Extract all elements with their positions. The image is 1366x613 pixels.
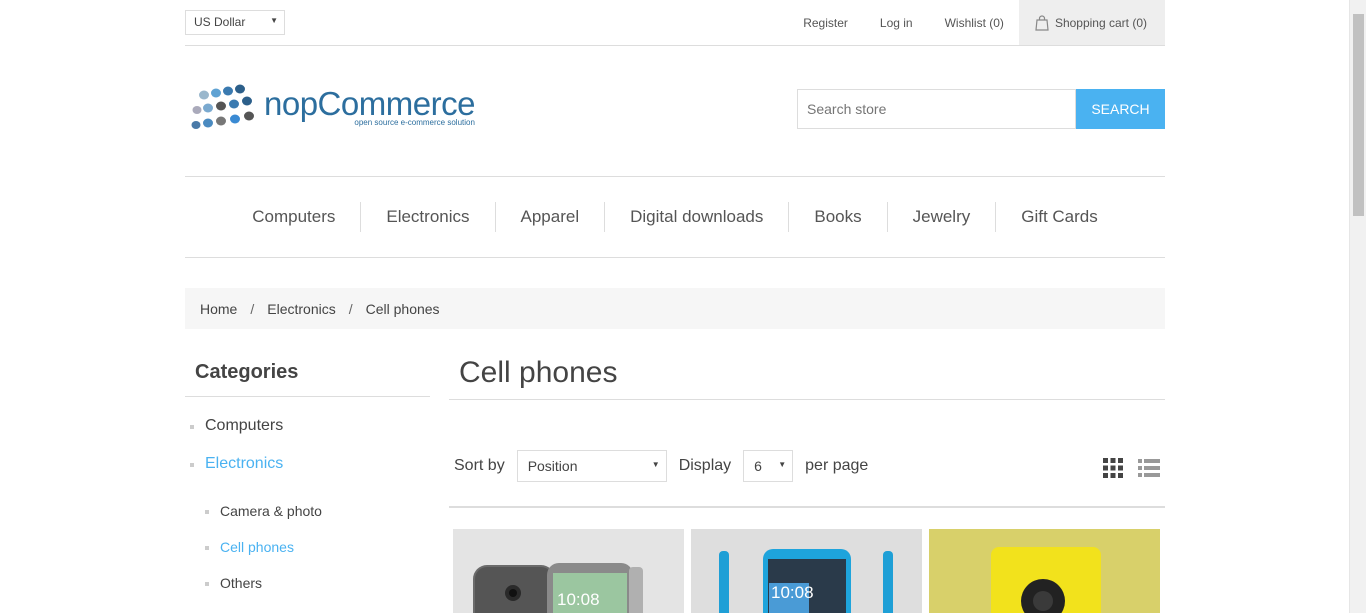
page-scrollbar[interactable] [1349, 0, 1366, 613]
menu-item-electronics[interactable]: Electronics [360, 202, 494, 232]
product-selectors: Sort by Position ▼ Display 6 ▼ per page [449, 450, 1165, 508]
dropdown-arrow-icon: ▼ [651, 460, 660, 469]
menu-item-computers[interactable]: Computers [227, 202, 360, 232]
sidebar-item-computers[interactable]: Computers [185, 407, 430, 445]
menu-item-digital-downloads[interactable]: Digital downloads [604, 202, 788, 232]
sort-by-value: Position [527, 458, 578, 474]
sidebar-subitem-camera-photo[interactable]: Camera & photo [185, 493, 430, 529]
shopping-cart-label: Shopping cart (0) [1054, 15, 1147, 30]
shopping-bag-icon [1035, 14, 1049, 31]
breadcrumb-current: Cell phones [365, 300, 440, 317]
top-menu: Computers Electronics Apparel Digital do… [185, 176, 1165, 258]
product-grid: 10:08 10:08 [453, 529, 1160, 613]
sidebar-subitem-others[interactable]: Others [185, 565, 430, 601]
shopping-cart-link[interactable]: Shopping cart (0) [1018, 0, 1165, 45]
phone-image [991, 547, 1101, 613]
page-title: Cell phones [449, 350, 1165, 400]
dropdown-arrow-icon: ▼ [270, 16, 278, 25]
search-input[interactable] [797, 89, 1076, 129]
screen-time: 10:08 [771, 583, 814, 602]
header-links-bar: US Dollar ▼ Register Log in Wishlist (0)… [185, 0, 1165, 46]
display-label: Display [678, 457, 732, 474]
phone-image: 10:08 [719, 549, 893, 613]
categories-sidebar: Categories Computers Electronics Camera … [185, 350, 430, 601]
page-size-value: 6 [754, 458, 762, 474]
menu-item-jewelry[interactable]: Jewelry [886, 202, 996, 232]
breadcrumb-separator: / [250, 300, 255, 317]
sort-by-label: Sort by [454, 457, 505, 474]
menu-item-apparel[interactable]: Apparel [494, 202, 605, 232]
menu-item-gift-cards[interactable]: Gift Cards [995, 202, 1123, 232]
breadcrumb-home[interactable]: Home [200, 301, 237, 317]
dropdown-arrow-icon: ▼ [778, 460, 787, 469]
register-link[interactable]: Register [803, 16, 848, 30]
page-container: US Dollar ▼ Register Log in Wishlist (0)… [185, 0, 1165, 613]
grid-view-icon[interactable] [1101, 456, 1125, 480]
sort-by-select[interactable]: Position ▼ [516, 450, 667, 482]
product-image[interactable]: 10:08 [691, 529, 922, 613]
wishlist-link[interactable]: Wishlist (0) [945, 16, 1004, 30]
screen-time: 10:08 [557, 590, 600, 609]
breadcrumb-separator: / [348, 300, 353, 317]
search-box: SEARCH [797, 89, 1165, 129]
phone-image: 10:08 [473, 563, 643, 613]
logo-dots-icon [191, 84, 254, 129]
sidebar-subitem-cell-phones[interactable]: Cell phones [185, 529, 430, 565]
breadcrumb-electronics[interactable]: Electronics [267, 301, 335, 317]
main-content: Cell phones Sort by Position ▼ Display 6… [449, 350, 1165, 613]
breadcrumb: Home / Electronics / Cell phones [185, 288, 1165, 329]
currency-select[interactable]: US Dollar ▼ [185, 10, 285, 35]
per-page-label: per page [805, 457, 869, 474]
search-button[interactable]: SEARCH [1076, 89, 1165, 129]
scrollbar-thumb[interactable] [1353, 14, 1364, 216]
list-view-icon[interactable] [1137, 456, 1161, 480]
menu-item-books[interactable]: Books [788, 202, 886, 232]
page-size-select[interactable]: 6 ▼ [743, 450, 794, 482]
store-logo[interactable]: nopCommerce open source e-commerce solut… [190, 82, 475, 132]
sidebar-item-electronics[interactable]: Electronics [185, 445, 430, 483]
product-image[interactable]: 10:08 [453, 529, 684, 613]
currency-value: US Dollar [194, 15, 246, 29]
product-image[interactable] [929, 529, 1160, 613]
categories-title: Categories [185, 350, 430, 397]
login-link[interactable]: Log in [880, 16, 913, 30]
logo-name: nopCommerce [264, 85, 475, 122]
